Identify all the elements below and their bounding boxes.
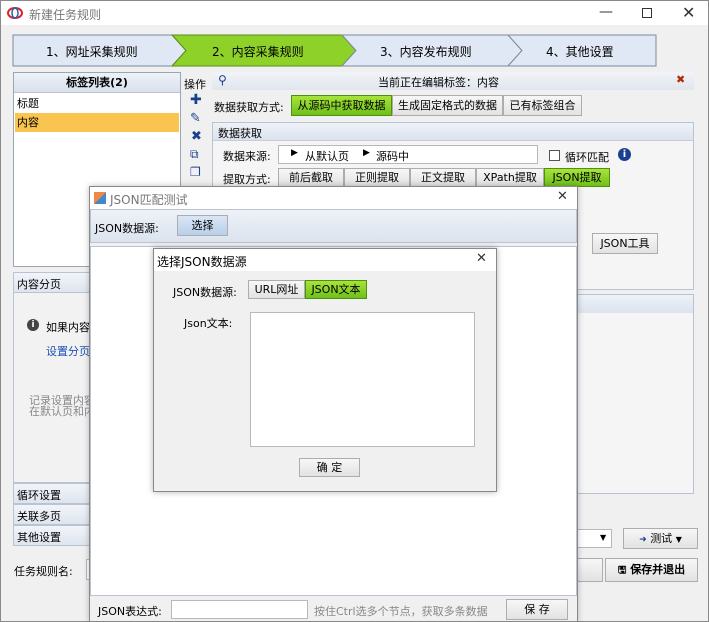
content-region-header [577, 295, 693, 313]
source-path-0[interactable]: 从默认页 [305, 148, 349, 164]
chevron-down-icon: ▼ [600, 533, 607, 542]
location-pin-icon: ⚲ [218, 73, 227, 87]
edit-icon[interactable]: ✎ [190, 111, 201, 126]
tag-list-header: 标签列表(2) [14, 73, 180, 93]
tag-list-title: 标签列表(2) [66, 76, 128, 89]
app-logo-icon [7, 7, 23, 19]
maximize-icon[interactable] [642, 8, 652, 18]
save-button[interactable]: 保 存 [506, 599, 568, 620]
paging-settings-link[interactable]: 设置分页 [46, 343, 90, 359]
partial-button[interactable] [576, 558, 603, 582]
json-source-bar [90, 209, 577, 243]
json-text-area[interactable] [250, 312, 475, 447]
source-label: 数据来源: [223, 150, 271, 163]
loop-match-checkbox[interactable] [549, 150, 560, 161]
task-name-label: 任务规则名: [14, 565, 73, 578]
content-paging-label: 内容分页 [17, 278, 61, 291]
ops-label: 操作 [184, 78, 206, 91]
info-icon: i [27, 319, 39, 331]
minimize-icon[interactable]: — [599, 4, 613, 20]
close-icon[interactable]: ✕ [682, 3, 695, 22]
tab-json[interactable]: JSON提取 [544, 168, 610, 187]
test-button[interactable]: ➜ 测试 ▼ [623, 528, 698, 549]
copy-icon[interactable]: ⧉ [190, 147, 199, 162]
method-label: 提取方式: [223, 173, 271, 186]
source-type-label: JSON数据源: [173, 286, 237, 299]
tab-body-text[interactable]: 正文提取 [410, 168, 476, 187]
json-expr-hint: 按住Ctrl选多个节点，获取多条数据 [314, 605, 488, 618]
source-path-box[interactable]: ▶ 从默认页 ▶ 源码中 [278, 145, 538, 164]
chevron-down-icon: ▼ [675, 535, 682, 544]
record-hint-2: 在默认页和内 [29, 405, 95, 418]
ok-button[interactable]: 确 定 [299, 458, 360, 477]
extract-method-label: 数据获取方式: [214, 101, 284, 114]
data-get-title: 数据获取 [218, 127, 262, 140]
add-icon[interactable]: ✚ [190, 92, 202, 108]
json-source-label: JSON数据源: [95, 222, 159, 235]
tab-url[interactable]: URL网址 [248, 280, 305, 299]
step-2-label[interactable]: 2、内容采集规则 [212, 43, 304, 60]
dropdown-input[interactable]: ▼ [576, 529, 612, 548]
close-icon[interactable]: ✕ [476, 251, 487, 266]
json-test-titlebar: JSON匹配测试 ✕ [90, 187, 577, 209]
step-3-label[interactable]: 3、内容发布规则 [380, 43, 472, 60]
title-bar: 新建任务规则 — ✕ [1, 1, 708, 25]
paging-hint: 如果内容 [46, 321, 90, 334]
step-4-label[interactable]: 4、其他设置 [546, 43, 614, 60]
close-icon[interactable]: ✕ [557, 189, 568, 204]
tab-xpath[interactable]: XPath提取 [476, 168, 544, 187]
json-text-label: Json文本: [184, 317, 233, 330]
tab-fixed-format[interactable]: 生成固定格式的数据 [392, 95, 503, 116]
save-exit-button[interactable]: 🖫 保存并退出 [605, 558, 698, 582]
editing-bar: ⚲ 当前正在编辑标签：内容 ✖ [212, 72, 694, 90]
select-source-title: 选择JSON数据源 [157, 255, 247, 269]
json-expr-label: JSON表达式: [98, 605, 162, 618]
select-source-titlebar: 选择JSON数据源 ✕ [154, 249, 496, 271]
loop-match-label: 循环匹配 [565, 151, 609, 164]
editing-label: 当前正在编辑标签：内容 [378, 76, 499, 89]
json-test-title: JSON匹配测试 [110, 193, 188, 207]
close-edit-icon[interactable]: ✖ [676, 73, 685, 86]
paste-icon[interactable]: ❐ [190, 165, 201, 179]
select-button[interactable]: 选择 [177, 215, 228, 236]
info-icon[interactable]: i [618, 148, 631, 161]
tab-before-after[interactable]: 前后截取 [278, 168, 344, 187]
dialog-app-icon [94, 192, 106, 204]
tag-list-item[interactable]: 标题 [15, 94, 179, 113]
breadcrumb-arrow-icon: ▶ [363, 148, 370, 158]
json-expr-input[interactable] [171, 600, 308, 619]
tab-from-source[interactable]: 从源码中获取数据 [291, 95, 392, 116]
data-get-header: 数据获取 [213, 123, 693, 141]
play-icon: ➜ [639, 535, 647, 545]
tab-regex[interactable]: 正则提取 [344, 168, 410, 187]
json-tool-button[interactable]: JSON工具 [592, 233, 658, 254]
save-icon: 🖫 [617, 565, 627, 576]
content-region-lower [576, 294, 694, 494]
delete-icon[interactable]: ✖ [191, 129, 202, 144]
related-pages-label: 关联多页 [17, 510, 61, 523]
other-settings-label: 其他设置 [17, 531, 61, 544]
step-1-label[interactable]: 1、网址采集规则 [46, 43, 138, 60]
tag-list-item-selected[interactable]: 内容 [15, 113, 179, 132]
window-title: 新建任务规则 [29, 8, 102, 22]
tab-tag-combo[interactable]: 已有标签组合 [503, 95, 582, 116]
breadcrumb-arrow-icon: ▶ [291, 148, 298, 158]
source-path-1[interactable]: 源码中 [376, 148, 409, 164]
loop-settings-label: 循环设置 [17, 489, 61, 502]
tab-json-text[interactable]: JSON文本 [305, 280, 367, 299]
